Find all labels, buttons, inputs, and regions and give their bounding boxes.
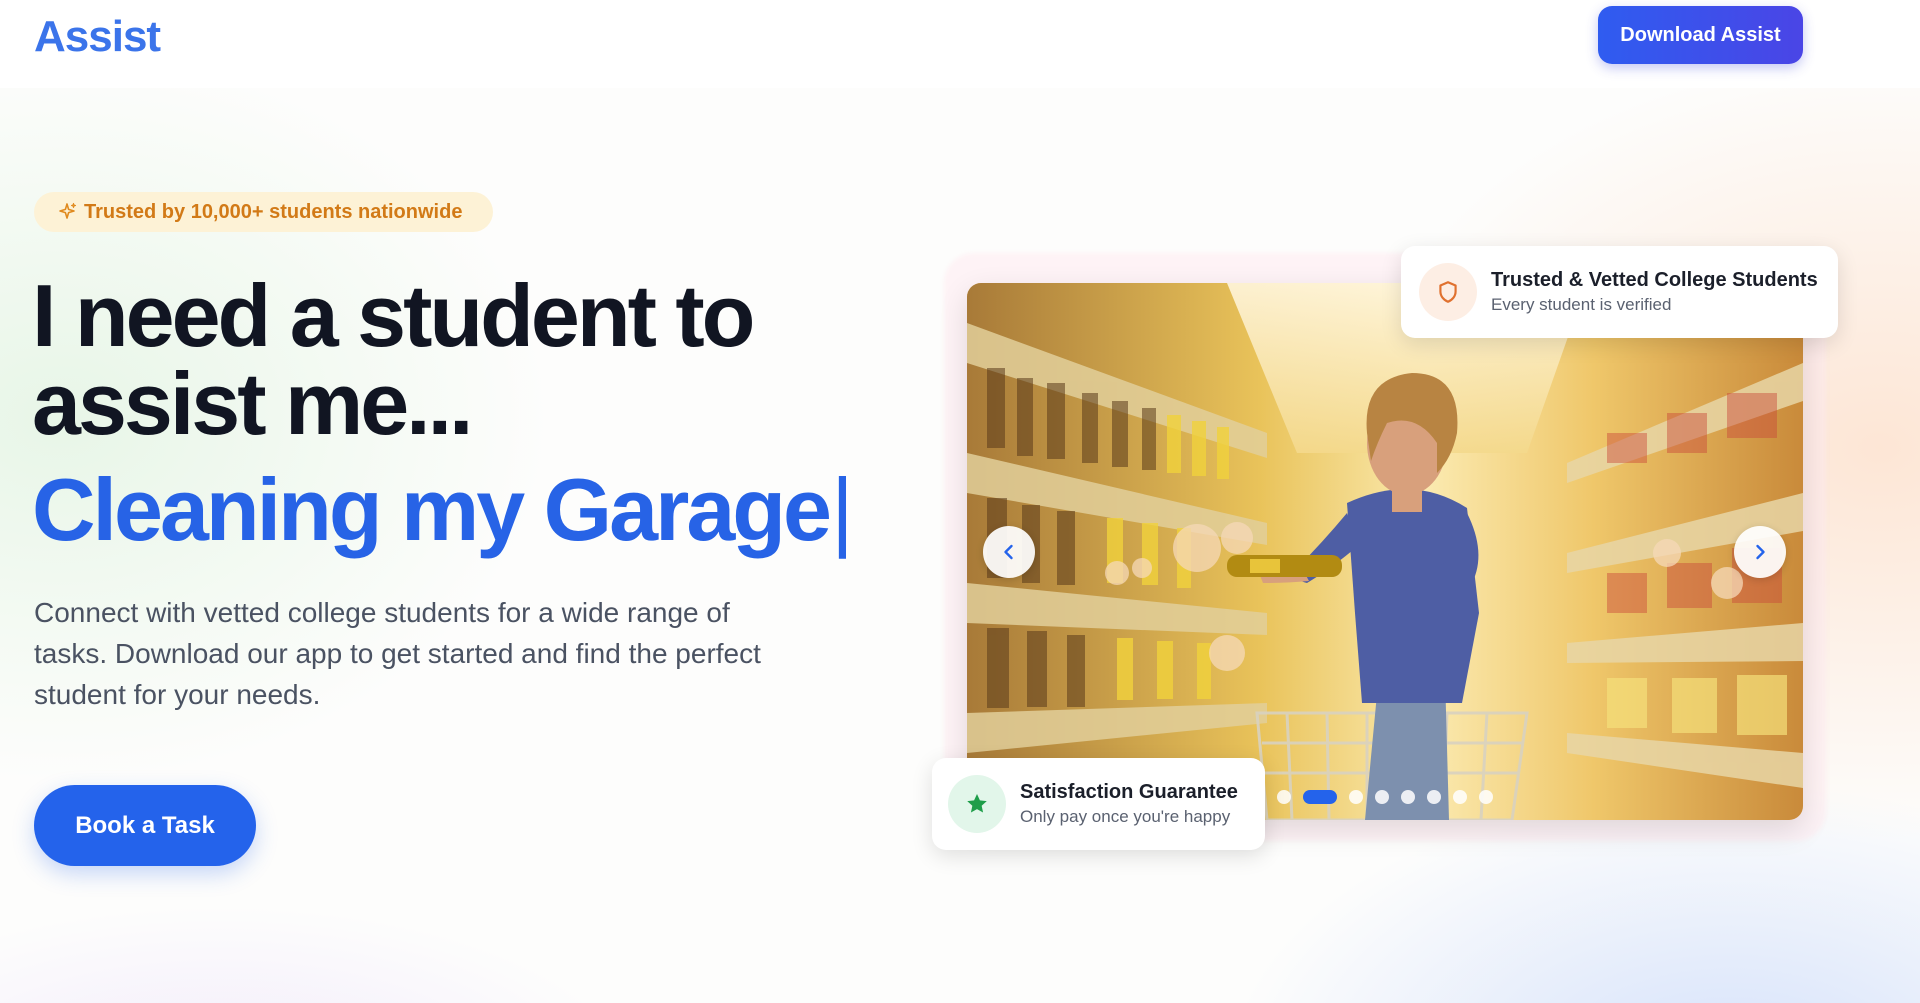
carousel-dot[interactable] <box>1427 790 1441 804</box>
book-task-button[interactable]: Book a Task <box>34 785 256 866</box>
star-icon <box>967 794 987 813</box>
trust-badge: Trusted by 10,000+ students nationwide <box>34 192 493 232</box>
carousel-dot[interactable] <box>1349 790 1363 804</box>
carousel-dot[interactable] <box>1401 790 1415 804</box>
typing-cursor: | <box>830 460 854 559</box>
logo[interactable]: Assist <box>34 12 161 62</box>
landing-page: Assist Download Assist Trusted by 10,000… <box>0 0 1920 1003</box>
trust-badge-label: Trusted by 10,000+ students nationwide <box>84 200 463 223</box>
sparkle-icon <box>58 202 78 222</box>
carousel-dot[interactable] <box>1453 790 1467 804</box>
carousel-prev-button[interactable] <box>983 526 1035 578</box>
headline-line-1: I need a student to <box>32 266 755 365</box>
image-carousel <box>967 283 1803 820</box>
carousel-image <box>967 283 1803 820</box>
satisfaction-card-title: Satisfaction Guarantee <box>1020 781 1238 803</box>
carousel-next-button[interactable] <box>1734 526 1786 578</box>
shield-icon <box>1439 281 1457 303</box>
carousel-indicators <box>1277 789 1493 805</box>
trusted-card-text: Trusted & Vetted College Students Every … <box>1491 267 1818 317</box>
trusted-card-title: Trusted & Vetted College Students <box>1491 269 1818 291</box>
headline-line-2: assist me... <box>32 354 474 453</box>
typed-task-label: Cleaning my Garage <box>32 460 832 559</box>
carousel-dot[interactable] <box>1375 790 1389 804</box>
carousel-dot[interactable] <box>1479 790 1493 804</box>
hero-description: Connect with vetted college students for… <box>34 597 761 710</box>
carousel-dot[interactable] <box>1277 790 1291 804</box>
chevron-right-icon <box>1756 544 1765 560</box>
shield-icon-badge <box>1419 263 1477 321</box>
download-assist-button[interactable]: Download Assist <box>1598 6 1803 64</box>
trusted-students-card: Trusted & Vetted College Students Every … <box>1401 246 1838 338</box>
chevron-left-icon <box>1004 544 1013 560</box>
hero-headline: I need a student to assist me... <box>32 272 832 448</box>
trusted-card-subtitle: Every student is verified <box>1491 295 1672 314</box>
satisfaction-card-subtitle: Only pay once you're happy <box>1020 807 1231 826</box>
typed-task-text: Cleaning my Garage| <box>32 460 892 560</box>
satisfaction-card-text: Satisfaction Guarantee Only pay once you… <box>1020 779 1238 829</box>
satisfaction-guarantee-card: Satisfaction Guarantee Only pay once you… <box>932 758 1265 850</box>
star-icon-badge <box>948 775 1006 833</box>
carousel-dot-active[interactable] <box>1303 790 1337 804</box>
